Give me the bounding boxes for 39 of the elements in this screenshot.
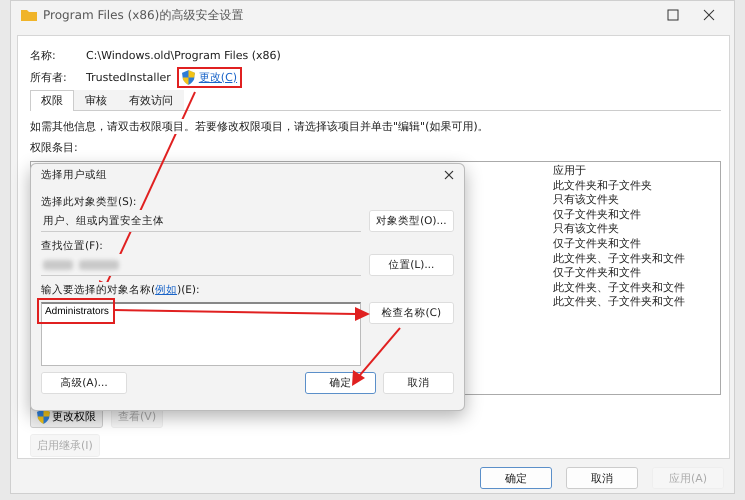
table-cell-text: 仅子文件夹和文件 xyxy=(553,208,642,222)
cancel-button[interactable]: 取消 xyxy=(383,372,454,394)
arrow xyxy=(352,327,401,386)
object-name-field[interactable]: Administrators xyxy=(41,302,361,366)
change-link[interactable]: 更改(C) xyxy=(198,70,238,84)
window-title: Program Files (x86)的高级安全设置 xyxy=(43,6,244,24)
column-header: 应用于 xyxy=(553,164,587,179)
table-cell-text: 仅子文件夹和文件 xyxy=(553,236,642,252)
object-type-label: 选择此对象类型(S): xyxy=(41,195,138,210)
entries-label: 权限条目: xyxy=(30,140,79,155)
tab[interactable]: 审核 xyxy=(74,90,118,110)
table-cell-text: 仅子文件夹和文件 xyxy=(553,266,642,281)
dialog-button[interactable]: 确定 xyxy=(480,467,552,489)
shield-icon xyxy=(182,70,195,84)
table-cell-text: 此文件夹和子文件夹 xyxy=(553,178,653,194)
location-label: 查找位置(F): xyxy=(41,239,104,254)
check-names-button[interactable]: 检查名称(C) xyxy=(368,302,454,324)
table-cell-text: 此文件夹、子文件夹和文件 xyxy=(553,280,686,296)
owner-label: 所有者: xyxy=(30,70,68,84)
tab[interactable]: 有效访问 xyxy=(118,90,184,110)
name-value: C:\Windows.old\Program Files (x86) xyxy=(86,48,281,62)
location-button[interactable]: 位置(L)... xyxy=(368,254,454,276)
close-icon[interactable] xyxy=(444,170,454,180)
folder-icon xyxy=(21,9,37,21)
object-type-button[interactable]: 对象类型(O)... xyxy=(368,210,454,232)
table-cell-text: 只有该文件夹 xyxy=(553,222,620,237)
owner-value: TrustedInstaller xyxy=(86,70,171,84)
dialog-title: 选择用户或组 xyxy=(41,168,108,182)
table-cell-text: 此文件夹、子文件夹和文件 xyxy=(553,295,686,310)
ok-button[interactable]: 确定 xyxy=(305,372,376,394)
dialog-button[interactable]: 取消 xyxy=(566,467,638,489)
advanced-button[interactable]: 高级(A)... xyxy=(41,372,127,394)
table-cell-text: 只有该文件夹 xyxy=(553,193,620,208)
example-link[interactable]: 例如 xyxy=(155,284,178,296)
object-type-field: 用户、组或内置安全主体 xyxy=(41,210,361,232)
table-cell-text: 此文件夹、子文件夹和文件 xyxy=(553,252,686,266)
object-name-label: 输入要选择的对象名称(例如)(E): xyxy=(41,282,200,298)
name-label: 名称: xyxy=(30,48,57,62)
tab[interactable]: 权限 xyxy=(30,90,74,111)
